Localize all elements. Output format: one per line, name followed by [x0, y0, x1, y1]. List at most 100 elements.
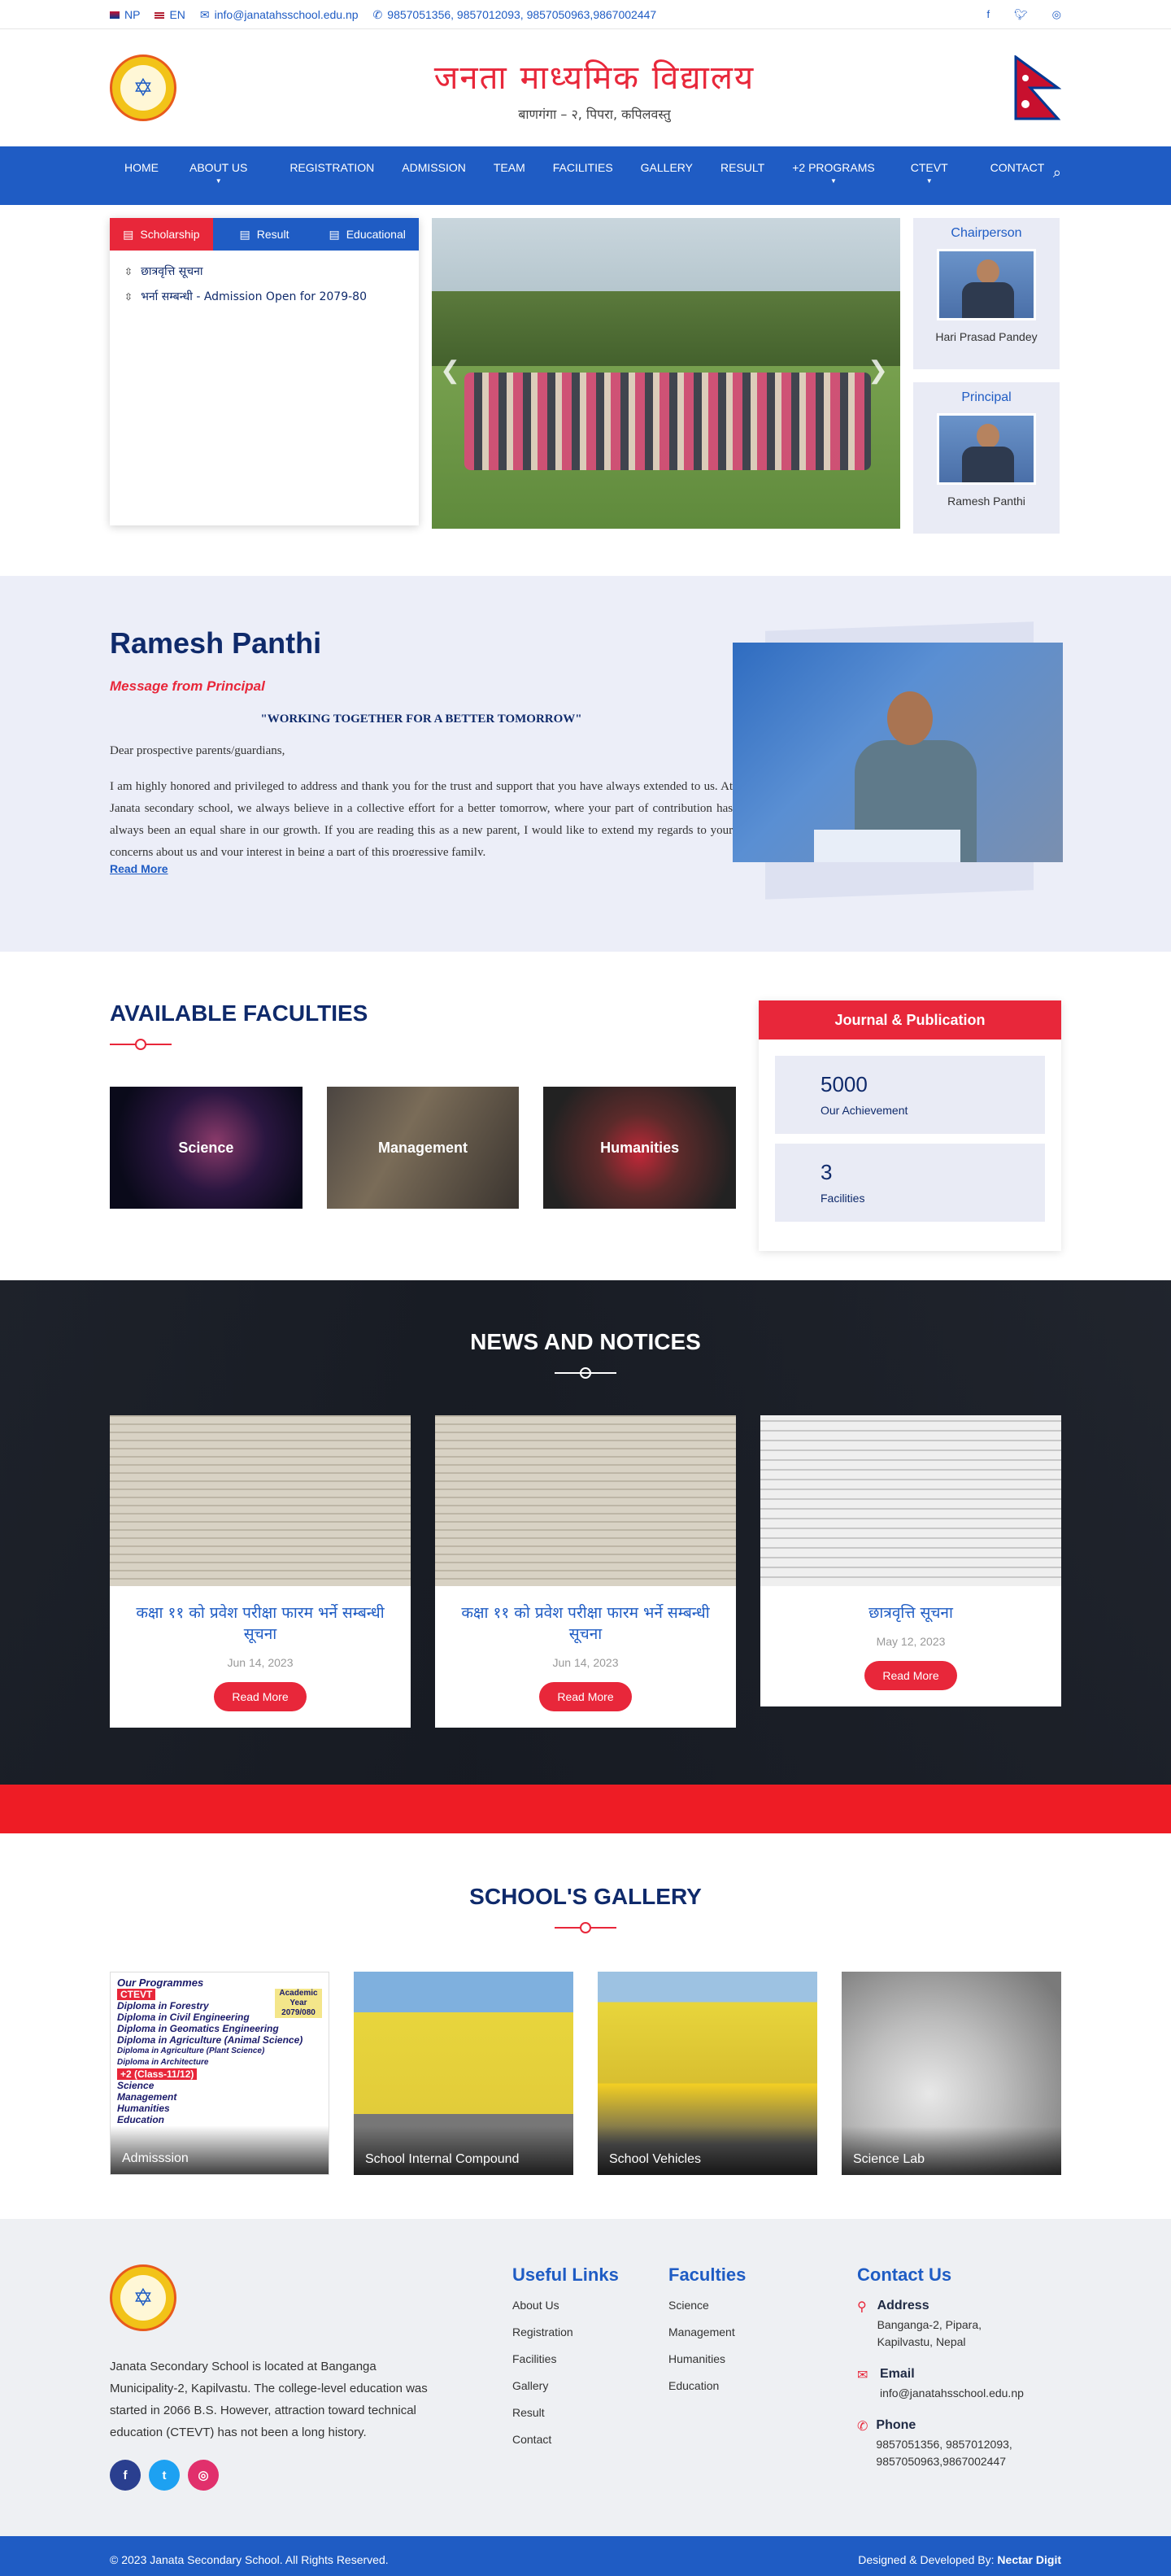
- footer-link-management[interactable]: Management: [668, 2325, 841, 2338]
- principal-speech-photo: [733, 643, 1064, 862]
- footer-link-humanities[interactable]: Humanities: [668, 2352, 841, 2365]
- gallery-item-vehicles[interactable]: School Vehicles: [598, 1972, 817, 2175]
- email-link[interactable]: ✉ info@janatahsschool.edu.np: [200, 8, 359, 22]
- faculty-card-humanities[interactable]: Humanities: [543, 1087, 737, 1209]
- nav-ctevt[interactable]: CTEVT ▼: [911, 161, 948, 185]
- gallery-section: SCHOOL'S GALLERY Our Programmes CTEVT Ac…: [0, 1833, 1171, 2219]
- site-footer: ✡ Janata Secondary School is located at …: [0, 2219, 1171, 2536]
- nav-contact[interactable]: CONTACT: [990, 161, 1045, 174]
- message-greeting: Dear prospective parents/guardians,: [110, 744, 285, 757]
- footer-link-registration[interactable]: Registration: [512, 2325, 652, 2338]
- location-pin-icon: ⚲: [857, 2300, 867, 2314]
- footer-link-contact[interactable]: Contact: [512, 2433, 652, 2446]
- contact-title: Contact Us: [857, 2264, 952, 2285]
- instagram-icon[interactable]: ◎: [188, 2460, 219, 2491]
- divider-icon: [555, 1366, 616, 1380]
- nav-facilities[interactable]: FACILITIES: [553, 161, 613, 174]
- notice-item[interactable]: ⇳ छात्रवृत्ति सूचना: [110, 251, 419, 279]
- nav-home[interactable]: HOME: [124, 161, 159, 174]
- news-card-title[interactable]: कक्षा ११ को प्रवेश परीक्षा फारम भर्ने सम…: [110, 1586, 411, 1645]
- carousel-prev-icon[interactable]: ❮: [440, 356, 464, 389]
- notice-item[interactable]: ⇳ भर्ना सम्बन्धी - Admission Open for 207…: [110, 279, 419, 304]
- footer-link-gallery[interactable]: Gallery: [512, 2379, 652, 2392]
- star-emblem-icon: ✡: [120, 65, 166, 111]
- tab-educational[interactable]: ▤ Educational: [316, 218, 420, 251]
- nav-admission[interactable]: ADMISSION: [402, 161, 466, 174]
- school-title: जनता माध्यमिक विद्यालय: [433, 59, 755, 97]
- us-flag-icon: [155, 11, 165, 19]
- school-logo[interactable]: ✡: [110, 54, 176, 121]
- footer-link-about[interactable]: About Us: [512, 2299, 652, 2312]
- nepal-flag-icon: [110, 11, 120, 19]
- useful-links-title: Useful Links: [512, 2264, 619, 2285]
- phone-link[interactable]: ✆ 9857051356, 9857012093, 9857050963,9867…: [373, 8, 657, 22]
- programmes-poster: Our Programmes CTEVT Academic Year 2079/…: [111, 1972, 329, 2130]
- mail-icon: ✉: [857, 2369, 868, 2382]
- sort-icon: ⇳: [124, 265, 133, 277]
- footer-link-result[interactable]: Result: [512, 2406, 652, 2419]
- lang-en-link[interactable]: EN: [155, 8, 185, 21]
- journal-title: Journal & Publication: [759, 1000, 1061, 1040]
- message-subtitle: Message from Principal: [110, 678, 265, 694]
- news-card: छात्रवृत्ति सूचना May 12, 2023 Read More: [760, 1415, 1061, 1706]
- mail-icon: ✉: [199, 7, 210, 21]
- journal-panel: Journal & Publication 5000 Our Achieveme…: [759, 1000, 1061, 1251]
- hero-carousel[interactable]: ❮ ❯: [432, 218, 900, 529]
- read-more-link[interactable]: Read More: [110, 862, 168, 875]
- red-band: [0, 1785, 1171, 1833]
- faculty-card-management[interactable]: Management: [326, 1087, 520, 1209]
- news-card-title[interactable]: छात्रवृत्ति सूचना: [760, 1586, 1061, 1624]
- twitter-icon[interactable]: 🐦︎: [1014, 8, 1028, 21]
- lang-np-link[interactable]: NP: [110, 8, 140, 21]
- tab-scholarship[interactable]: ▤ Scholarship: [110, 218, 213, 251]
- gallery-item-science-lab[interactable]: Science Lab: [842, 1972, 1061, 2175]
- gallery-item-compound[interactable]: School Internal Compound: [354, 1972, 573, 2175]
- news-card-title[interactable]: कक्षा ११ को प्रवेश परीक्षा फारम भर्ने सम…: [435, 1586, 736, 1645]
- chevron-down-icon: ▼: [215, 177, 222, 185]
- facebook-icon[interactable]: f: [987, 8, 990, 21]
- tab-result[interactable]: ▤ Result: [212, 218, 316, 251]
- footer-link-science[interactable]: Science: [668, 2299, 841, 2312]
- chevron-down-icon: ▼: [925, 177, 933, 185]
- instagram-icon[interactable]: ◎: [1052, 8, 1061, 21]
- read-more-button[interactable]: Read More: [539, 1682, 632, 1711]
- read-more-button[interactable]: Read More: [864, 1661, 957, 1690]
- facebook-icon[interactable]: f: [110, 2460, 141, 2491]
- footer-logo[interactable]: ✡: [110, 2264, 176, 2331]
- nav-plus2-programs[interactable]: +2 PROGRAMS ▼: [792, 161, 875, 185]
- news-card: कक्षा ११ को प्रवेश परीक्षा फारम भर्ने सम…: [435, 1415, 736, 1728]
- gallery-item-admission[interactable]: Our Programmes CTEVT Academic Year 2079/…: [110, 1972, 329, 2175]
- footer-link-facilities[interactable]: Facilities: [512, 2352, 652, 2365]
- twitter-icon[interactable]: t: [149, 2460, 180, 2491]
- stat-box: 3 Facilities: [775, 1144, 1045, 1222]
- carousel-next-icon[interactable]: ❯: [868, 356, 892, 389]
- nepal-flag-icon: [1014, 55, 1061, 120]
- footer-link-education[interactable]: Education: [668, 2379, 841, 2392]
- principal-message-section: Ramesh Panthi Message from Principal "WO…: [0, 576, 1171, 952]
- notice-image: [435, 1415, 736, 1586]
- search-icon[interactable]: ⌕: [1053, 164, 1061, 181]
- faculty-card-science[interactable]: Science: [110, 1087, 303, 1209]
- footer-about: Janata Secondary School is located at Ba…: [110, 2360, 428, 2439]
- nav-team[interactable]: TEAM: [494, 161, 525, 174]
- notice-tabs-panel: ▤ Scholarship ▤ Result ▤ Educational ⇳ छात्र…: [110, 218, 420, 525]
- notice-image: [760, 1415, 1061, 1586]
- faculties-footer-title: Faculties: [668, 2264, 747, 2285]
- copyright: © 2023 Janata Secondary School. All Righ…: [110, 2553, 389, 2566]
- document-icon: ▤: [329, 227, 340, 241]
- nav-about-us[interactable]: ABOUT US ▼: [189, 161, 247, 185]
- principal-card: Principal Ramesh Panthi: [913, 382, 1060, 534]
- contact-email: ✉ Email info@janatahsschool.edu.np: [857, 2367, 1036, 2402]
- contact-address: ⚲ Address Banganga-2, Pipara, Kapilvastu,…: [857, 2299, 1036, 2351]
- nav-registration[interactable]: REGISTRATION: [289, 161, 374, 174]
- phone-icon: ✆: [857, 2420, 868, 2434]
- site-header: ✡ जनता माध्यमिक विद्यालय बाणगंगा – २, पि…: [0, 29, 1171, 146]
- main-nav: HOME ABOUT US ▼ REGISTRATION ADMISSION TE…: [0, 146, 1171, 205]
- sort-icon: ⇳: [124, 290, 133, 303]
- nav-result[interactable]: RESULT: [720, 161, 764, 174]
- nav-gallery[interactable]: GALLERY: [641, 161, 693, 174]
- group-photo: [464, 373, 871, 470]
- read-more-button[interactable]: Read More: [214, 1682, 307, 1711]
- news-card-date: Jun 14, 2023: [227, 1656, 294, 1669]
- developer-credit[interactable]: Designed & Developed By: Nectar Digit: [858, 2553, 1061, 2566]
